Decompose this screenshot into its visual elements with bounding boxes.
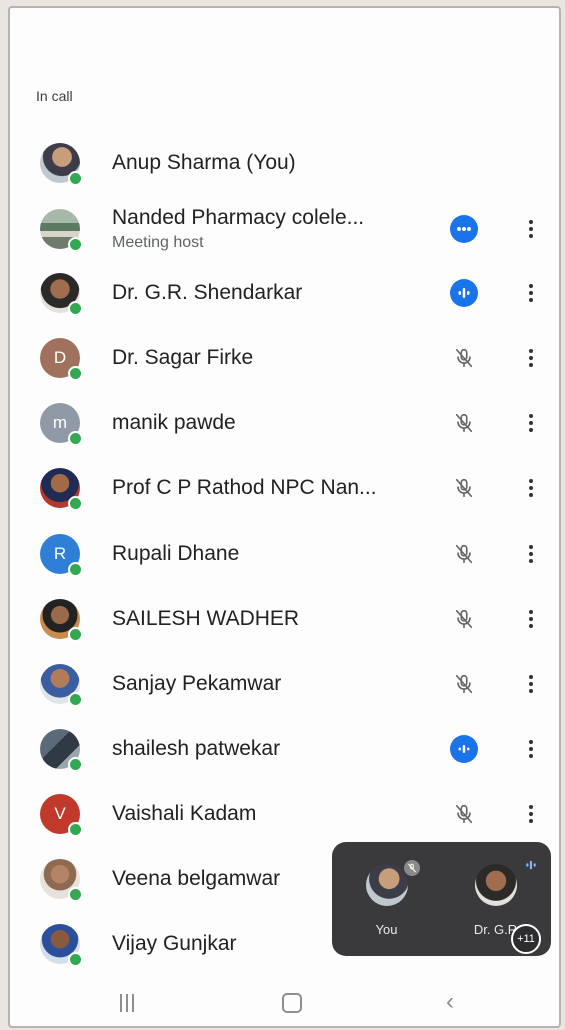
more-horiz-icon[interactable] [450, 215, 478, 243]
recent-apps-icon[interactable] [120, 994, 134, 1012]
online-status-dot [68, 237, 83, 252]
system-navigation-bar: ‹ [10, 980, 559, 1026]
participant-role: Meeting host [112, 234, 204, 251]
more-vert-icon[interactable] [522, 800, 540, 828]
mic-off-icon [450, 670, 478, 698]
participant-name: Anup Sharma (You) [112, 151, 296, 174]
participant-row[interactable]: Sanjay Pekamwar [10, 651, 559, 717]
participant-name: SAILESH WADHER [112, 607, 300, 630]
more-vert-icon[interactable] [522, 670, 540, 698]
avatar-initial: R [53, 544, 67, 563]
avatar [40, 859, 83, 902]
avatar [474, 864, 517, 906]
avatar-initial: V [54, 804, 66, 823]
participant-name: Sanjay Pekamwar [112, 672, 282, 695]
online-status-dot [68, 366, 83, 381]
more-vert-icon[interactable] [522, 215, 540, 243]
participant-name: Vijay Gunjkar [112, 932, 237, 955]
avatar: R [40, 534, 83, 577]
participant-name: Nanded Pharmacy colele... [112, 206, 365, 229]
audio-levels-icon [450, 735, 478, 763]
participant-name: Prof C P Rathod NPC Nan... [112, 476, 377, 499]
participant-row[interactable]: Anup Sharma (You) [10, 130, 559, 196]
avatar: D [40, 338, 83, 381]
more-vert-icon[interactable] [522, 540, 540, 568]
mic-off-icon [450, 344, 478, 372]
participant-name: Rupali Dhane [112, 542, 240, 565]
more-vert-icon[interactable] [522, 409, 540, 437]
avatar-initial: m [52, 413, 68, 432]
mic-off-icon [404, 860, 420, 876]
audio-levels-icon [525, 858, 537, 876]
participant-name: Vaishali Kadam [112, 802, 257, 825]
online-status-dot [68, 562, 83, 577]
pip-tile-self[interactable]: You [332, 842, 441, 956]
avatar [40, 924, 83, 967]
participant-row[interactable]: m manik pawde [10, 390, 559, 456]
more-vert-icon[interactable] [522, 474, 540, 502]
online-status-dot [68, 757, 83, 772]
online-status-dot [68, 887, 83, 902]
audio-levels-icon [450, 279, 478, 307]
participant-row[interactable]: Dr. G.R. Shendarkar [10, 260, 559, 326]
avatar: m [40, 403, 83, 446]
online-status-dot [68, 431, 83, 446]
avatar [40, 729, 83, 772]
back-icon[interactable]: ‹ [446, 988, 454, 1016]
online-status-dot [68, 627, 83, 642]
participant-name: shailesh patwekar [112, 737, 281, 760]
mic-off-icon [450, 540, 478, 568]
online-status-dot [68, 692, 83, 707]
participant-row[interactable]: SAILESH WADHER [10, 586, 559, 652]
avatar-initial: D [53, 348, 67, 367]
participant-row[interactable]: V Vaishali Kadam [10, 781, 559, 847]
more-vert-icon[interactable] [522, 344, 540, 372]
participant-name: manik pawde [112, 411, 236, 434]
avatar [40, 273, 83, 316]
participants-screen: In call Anup Sharma (You) Nanded Pharmac… [8, 6, 561, 1028]
avatar [40, 664, 83, 707]
avatar [365, 864, 408, 906]
participant-name: Dr. Sagar Firke [112, 346, 254, 369]
avatar: V [40, 794, 83, 837]
more-vert-icon[interactable] [522, 279, 540, 307]
more-vert-icon[interactable] [522, 735, 540, 763]
avatar [40, 468, 83, 511]
participant-row[interactable]: shailesh patwekar [10, 716, 559, 782]
more-vert-icon[interactable] [522, 605, 540, 633]
pip-tile-label: You [375, 922, 398, 937]
online-status-dot [68, 952, 83, 967]
online-status-dot [68, 171, 83, 186]
extra-participants-badge: +11 [511, 924, 541, 954]
participant-row[interactable]: D Dr. Sagar Firke [10, 325, 559, 391]
mic-off-icon [450, 800, 478, 828]
mic-off-icon [450, 474, 478, 502]
participant-name: Veena belgamwar [112, 867, 281, 890]
online-status-dot [68, 496, 83, 511]
online-status-dot [68, 301, 83, 316]
online-status-dot [68, 822, 83, 837]
section-title: In call [36, 88, 73, 104]
participant-name: Dr. G.R. Shendarkar [112, 281, 303, 304]
avatar [40, 209, 83, 252]
avatar [40, 599, 83, 642]
participant-row[interactable]: R Rupali Dhane [10, 521, 559, 587]
avatar [40, 143, 83, 186]
mic-off-icon [450, 605, 478, 633]
participant-row[interactable]: Prof C P Rathod NPC Nan... [10, 455, 559, 521]
home-icon[interactable] [282, 993, 302, 1013]
participant-row[interactable]: Nanded Pharmacy colele... Meeting host [10, 194, 559, 264]
picture-in-picture-panel[interactable]: You Dr. G.R +11 [332, 842, 551, 956]
mic-off-icon [450, 409, 478, 437]
